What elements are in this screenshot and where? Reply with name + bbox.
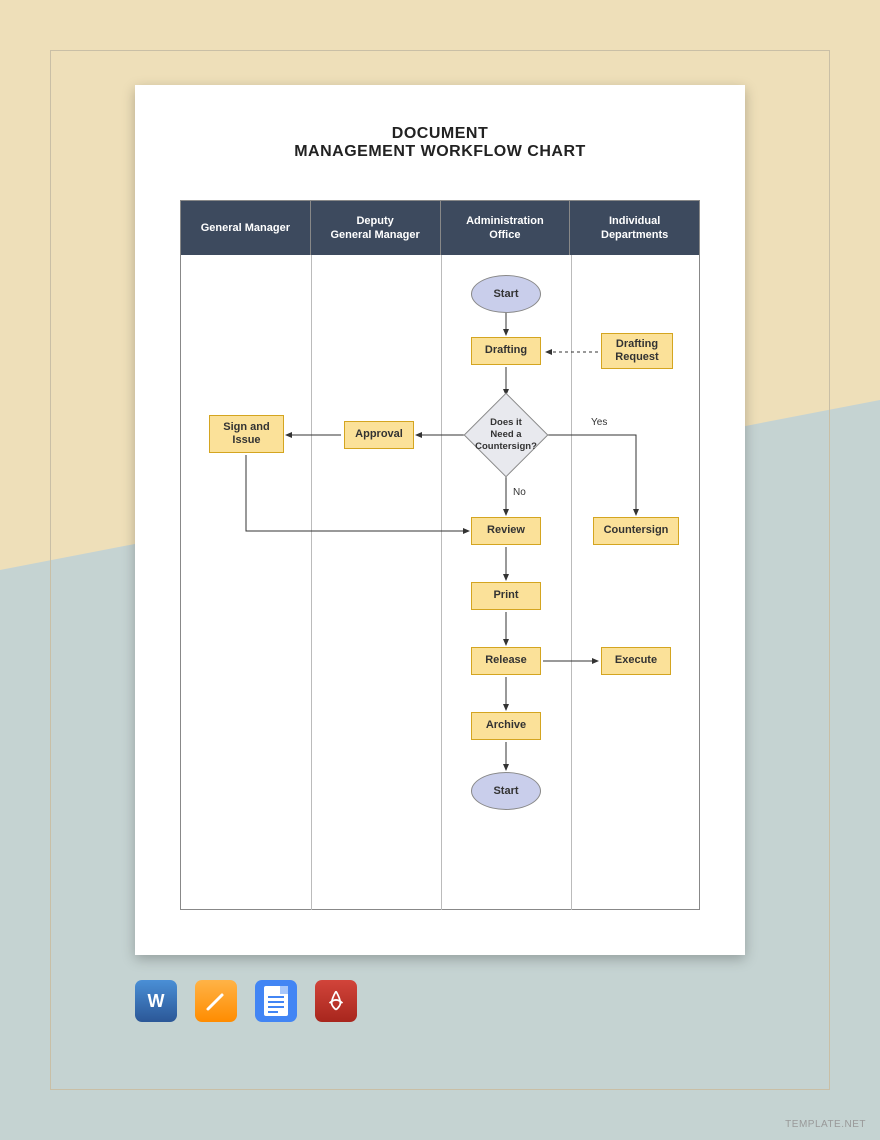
node-sign-issue: Sign andIssue bbox=[209, 415, 284, 453]
node-execute: Execute bbox=[601, 647, 671, 675]
node-end: Start bbox=[471, 772, 541, 810]
swimlane-chart: General Manager DeputyGeneral Manager Ad… bbox=[180, 200, 700, 910]
lane-divider bbox=[311, 255, 312, 910]
edge-label-no: No bbox=[513, 487, 526, 498]
node-drafting-request: DraftingRequest bbox=[601, 333, 673, 369]
lane-divider bbox=[441, 255, 442, 910]
watermark-text: TEMPLATE.NET bbox=[785, 1119, 866, 1130]
edge-label-yes: Yes bbox=[591, 417, 607, 428]
lane-header-row: General Manager DeputyGeneral Manager Ad… bbox=[181, 201, 699, 255]
title-line-1: DOCUMENT bbox=[135, 125, 745, 143]
word-icon: W bbox=[135, 980, 177, 1022]
node-approval: Approval bbox=[344, 421, 414, 449]
node-print: Print bbox=[471, 582, 541, 610]
node-decision: Does itNeed aCountersign? bbox=[466, 395, 546, 475]
node-archive: Archive bbox=[471, 712, 541, 740]
lane-body: Start Drafting DraftingRequest Does itNe… bbox=[181, 255, 699, 910]
title-line-2: MANAGEMENT WORKFLOW CHART bbox=[135, 143, 745, 161]
lane-header-general-manager: General Manager bbox=[181, 201, 311, 255]
google-docs-icon bbox=[255, 980, 297, 1022]
node-review: Review bbox=[471, 517, 541, 545]
lane-header-deputy-gm: DeputyGeneral Manager bbox=[311, 201, 441, 255]
page-title: DOCUMENT MANAGEMENT WORKFLOW CHART bbox=[135, 125, 745, 161]
node-release: Release bbox=[471, 647, 541, 675]
lane-header-individual-dept: IndividualDepartments bbox=[570, 201, 699, 255]
lane-divider bbox=[571, 255, 572, 910]
pdf-icon bbox=[315, 980, 357, 1022]
node-start: Start bbox=[471, 275, 541, 313]
document-page: DOCUMENT MANAGEMENT WORKFLOW CHART Gener… bbox=[135, 85, 745, 955]
lane-header-admin-office: AdministrationOffice bbox=[441, 201, 571, 255]
node-countersign: Countersign bbox=[593, 517, 679, 545]
format-icons-row: W bbox=[135, 980, 357, 1022]
pages-icon bbox=[195, 980, 237, 1022]
node-drafting: Drafting bbox=[471, 337, 541, 365]
decision-text: Does itNeed aCountersign? bbox=[458, 395, 554, 475]
